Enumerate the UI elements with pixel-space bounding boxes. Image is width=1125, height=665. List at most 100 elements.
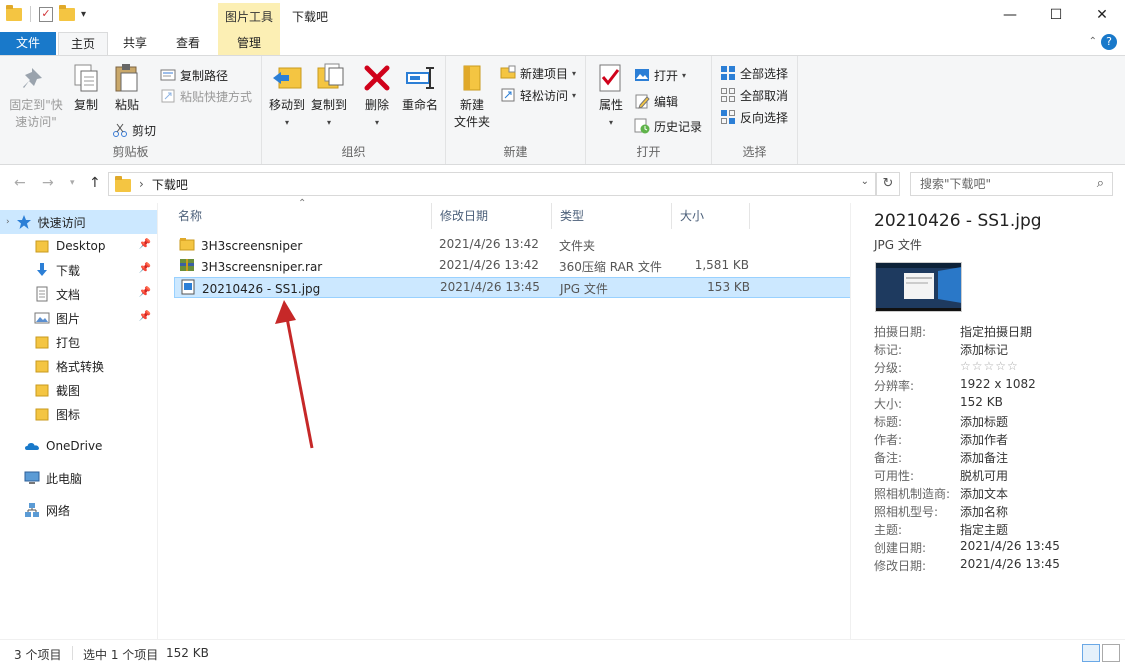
file-row-selected[interactable]: 20210426 - SS1.jpg 2021/4/26 13:45 JPG 文…	[174, 277, 920, 298]
nav-item-pictures[interactable]: 图片 📌	[0, 306, 157, 330]
minimize-button[interactable]: —	[987, 0, 1033, 31]
easy-access-button[interactable]: 轻松访问 ▾	[500, 85, 576, 105]
delete-button[interactable]: 删除 ▾	[360, 62, 394, 131]
preview-prop-row: 照相机型号: 添加名称	[874, 503, 1124, 521]
move-to-button[interactable]: 移动到 ▾	[266, 62, 308, 131]
search-input[interactable]: 搜索"下载吧" ⌕	[910, 172, 1113, 196]
column-header-type[interactable]: 类型	[552, 203, 672, 229]
nav-item-label: 打包	[56, 334, 80, 351]
nav-item-downloads[interactable]: 下载 📌	[0, 258, 157, 282]
help-icon[interactable]: ?	[1101, 34, 1117, 50]
up-arrow-icon[interactable]: ↑	[89, 175, 101, 191]
refresh-icon[interactable]: ↻	[876, 172, 900, 196]
new-item-label: 新建项目	[520, 65, 568, 82]
file-name: 3H3screensniper.rar	[201, 260, 322, 274]
new-folder-button[interactable]: 新建 文件夹	[452, 62, 492, 131]
folder-icon[interactable]	[6, 8, 22, 21]
tab-home[interactable]: 主页	[58, 32, 108, 55]
new-item-button[interactable]: 新建项目 ▾	[500, 63, 576, 83]
open-button[interactable]: 打开 ▾	[634, 65, 686, 85]
properties-check-icon[interactable]: ✓	[39, 7, 53, 22]
nav-item-desktop[interactable]: Desktop 📌	[0, 234, 157, 258]
paste-shortcut-icon	[160, 88, 176, 104]
forward-arrow-icon[interactable]: →	[42, 175, 54, 191]
prop-value[interactable]: 添加标记	[960, 341, 1008, 358]
invert-selection-button[interactable]: 反向选择	[720, 107, 788, 127]
prop-value[interactable]: 指定拍摄日期	[960, 323, 1032, 340]
edit-pencil-icon	[634, 93, 650, 109]
breadcrumb-item[interactable]: 下载吧	[152, 176, 188, 193]
file-row[interactable]: 3H3screensniper 2021/4/26 13:42 文件夹	[174, 235, 920, 256]
file-type: 360压缩 RAR 文件	[559, 258, 662, 275]
history-button[interactable]: 历史记录	[634, 116, 702, 136]
nav-item-format-convert[interactable]: 格式转换	[0, 354, 157, 378]
nav-item-this-pc[interactable]: 此电脑	[0, 466, 157, 490]
copy-to-button[interactable]: 复制到 ▾	[308, 62, 350, 131]
maximize-button[interactable]: ☐	[1033, 0, 1079, 31]
tab-file[interactable]: 文件	[0, 32, 56, 55]
pin-to-quick-access-button[interactable]: 固定到"快 速访问"	[6, 62, 66, 131]
prop-value[interactable]: 添加备注	[960, 449, 1008, 466]
file-name: 3H3screensniper	[201, 239, 302, 253]
prop-value[interactable]: 添加作者	[960, 431, 1008, 448]
archive-icon	[179, 257, 195, 276]
preview-prop-row: 标记: 添加标记	[874, 341, 1124, 359]
prop-value[interactable]: 添加文本	[960, 485, 1008, 502]
navigation-pane: › 快速访问 Desktop 📌 下载 📌 文档 📌 图片 📌 打包 格式转换 …	[0, 203, 158, 639]
quick-access-toolbar: ✓ ▾	[6, 6, 86, 22]
nav-item-network[interactable]: 网络	[0, 498, 157, 522]
tab-manage[interactable]: 管理	[218, 32, 280, 55]
select-group-label: 选择	[712, 143, 797, 160]
invert-selection-label: 反向选择	[740, 109, 788, 126]
file-row[interactable]: 3H3screensniper.rar 2021/4/26 13:42 360压…	[174, 256, 920, 277]
properties-button[interactable]: 属性 ▾	[594, 62, 628, 131]
copy-path-button[interactable]: 复制路径	[160, 65, 228, 85]
nav-item-screenshots[interactable]: 截图	[0, 378, 157, 402]
details-view-icon[interactable]	[1082, 644, 1100, 662]
close-button[interactable]: ✕	[1079, 0, 1125, 31]
select-none-button[interactable]: 全部取消	[720, 85, 788, 105]
paste-shortcut-button[interactable]: 粘贴快捷方式	[160, 86, 252, 106]
nav-item-quick-access[interactable]: › 快速访问	[0, 210, 157, 234]
edit-button[interactable]: 编辑	[634, 91, 678, 111]
paste-button[interactable]: 粘贴	[108, 62, 146, 114]
copy-path-label: 复制路径	[180, 67, 228, 84]
nav-item-pack[interactable]: 打包	[0, 330, 157, 354]
column-header-name[interactable]: 名称	[170, 203, 432, 229]
tab-view[interactable]: 查看	[165, 32, 211, 55]
prop-value[interactable]: 指定主题	[960, 521, 1008, 538]
select-all-button[interactable]: 全部选择	[720, 63, 788, 83]
cut-button[interactable]: 剪切	[112, 120, 156, 140]
nav-item-onedrive[interactable]: OneDrive	[0, 434, 157, 458]
customize-toolbar-chevron-icon[interactable]: ▾	[81, 9, 86, 20]
ribbon-collapse-chevron-icon[interactable]: ⌃	[1089, 36, 1097, 47]
column-header-size[interactable]: 大小	[672, 203, 750, 229]
column-header-modified[interactable]: 修改日期	[432, 203, 552, 229]
paste-shortcut-label: 粘贴快捷方式	[180, 88, 252, 105]
search-icon[interactable]: ⌕	[1097, 173, 1104, 195]
preview-prop-row: 大小: 152 KB	[874, 395, 1124, 413]
tab-share[interactable]: 共享	[112, 32, 158, 55]
new-folder-icon[interactable]	[59, 8, 75, 21]
file-type: 文件夹	[559, 237, 595, 254]
copy-button[interactable]: 复制	[68, 62, 104, 114]
address-bar[interactable]: › 下载吧 ⌄	[108, 172, 876, 196]
recent-locations-chevron-icon[interactable]: ▾	[70, 178, 75, 188]
nav-item-icons[interactable]: 图标	[0, 402, 157, 426]
open-dropdown-icon: ▾	[682, 71, 686, 80]
rating-stars[interactable]: ☆☆☆☆☆	[960, 359, 1019, 373]
easy-access-label: 轻松访问	[520, 87, 568, 104]
rename-button[interactable]: 重命名	[400, 62, 440, 114]
prop-value[interactable]: 添加名称	[960, 503, 1008, 520]
back-arrow-icon[interactable]: ←	[14, 175, 26, 191]
prop-value: 脱机可用	[960, 467, 1008, 484]
file-type: JPG 文件	[560, 280, 608, 297]
address-dropdown-chevron-icon[interactable]: ⌄	[861, 176, 869, 187]
preview-title: 20210426 - SS1.jpg	[874, 211, 1042, 231]
large-icons-view-icon[interactable]	[1102, 644, 1120, 662]
expand-chevron-icon[interactable]: ›	[6, 217, 10, 227]
nav-item-documents[interactable]: 文档 📌	[0, 282, 157, 306]
prop-value[interactable]: 添加标题	[960, 413, 1008, 430]
nav-item-label: 此电脑	[46, 470, 82, 487]
move-to-label: 移动到	[266, 97, 308, 114]
